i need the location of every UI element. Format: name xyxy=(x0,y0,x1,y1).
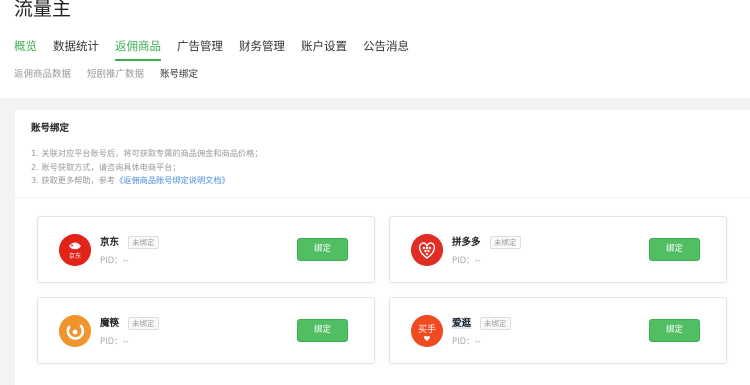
account-binding-panel: 账号绑定 1. 关联对应平台账号后，将可获取专属的商品佣金和商品价格； 2. 账… xyxy=(15,110,750,385)
status-badge-pinduoduo: 未绑定 xyxy=(490,236,521,249)
nav-item-overview[interactable]: 概览 xyxy=(14,38,37,62)
nav-item-commission-goods[interactable]: 返佣商品 xyxy=(115,38,161,62)
nav-item-announcements[interactable]: 公告消息 xyxy=(363,38,409,62)
nav-item-account-settings[interactable]: 账户设置 xyxy=(301,38,347,62)
platform-card-jd: 京东 京东 未绑定 PID：-- 绑定 xyxy=(37,216,375,283)
tip-line-3: 3. 获取更多帮助，参考《返佣商品账号绑定说明文档》 xyxy=(31,174,750,188)
nav-item-statistics[interactable]: 数据统计 xyxy=(53,38,99,62)
mokuai-logo-icon xyxy=(59,315,91,347)
aiguang-logo-icon: 买手 xyxy=(411,315,443,347)
nav-item-ad-management[interactable]: 广告管理 xyxy=(177,38,223,62)
bind-button-pinduoduo[interactable]: 绑定 xyxy=(649,238,700,261)
tip-line-1: 1. 关联对应平台账号后，将可获取专属的商品佣金和商品价格； xyxy=(31,148,263,158)
pid-mokuai: PID：-- xyxy=(100,337,129,347)
help-doc-link[interactable]: 《返佣商品账号绑定说明文档》 xyxy=(115,175,230,185)
top-header: 流量主 概览 数据统计 返佣商品 广告管理 财务管理 账户设置 公告消息 返佣商… xyxy=(0,0,750,98)
status-badge-jd: 未绑定 xyxy=(128,236,159,249)
platform-card-pinduoduo: 拼多多 未绑定 PID：-- 绑定 xyxy=(389,216,727,283)
jd-logo-text: 京东 xyxy=(69,252,81,260)
sub-nav: 返佣商品数据 短剧推广数据 账号绑定 xyxy=(14,68,214,82)
sub-tab-commission-data[interactable]: 返佣商品数据 xyxy=(14,68,71,82)
pid-jd: PID：-- xyxy=(100,256,129,266)
pid-aiguang: PID：-- xyxy=(452,337,481,347)
platform-card-aiguang: 买手 爱逛 未绑定 PID：-- 绑定 xyxy=(389,297,727,364)
main-nav: 概览 数据统计 返佣商品 广告管理 财务管理 账户设置 公告消息 xyxy=(14,38,425,62)
aiguang-logo-text: 买手 xyxy=(418,323,436,335)
panel-title: 账号绑定 xyxy=(31,123,70,134)
pid-pinduoduo: PID：-- xyxy=(452,256,481,266)
platform-name-mokuai: 魔筷 xyxy=(100,318,120,329)
panel-header: 账号绑定 1. 关联对应平台账号后，将可获取专属的商品佣金和商品价格； 2. 账… xyxy=(15,110,750,198)
jd-logo-icon: 京东 xyxy=(59,234,91,266)
platform-name-jd: 京东 xyxy=(100,237,120,248)
status-badge-mokuai: 未绑定 xyxy=(128,317,159,330)
platform-name-aiguang-text: 爱逛 xyxy=(452,318,472,329)
tip-line-2: 2. 账号获取方式，请咨询具体电商平台； xyxy=(31,161,181,172)
tip-line-3-text: 3. 获取更多帮助，参考 xyxy=(31,175,116,185)
app-title: 流量主 xyxy=(14,0,72,20)
platform-name-pinduoduo: 拼多多 xyxy=(452,237,481,248)
nav-item-finance[interactable]: 财务管理 xyxy=(239,38,285,62)
status-badge-aiguang: 未绑定 xyxy=(480,317,511,330)
sub-tab-short-drama-data[interactable]: 短剧推广数据 xyxy=(87,68,144,82)
bind-button-mokuai[interactable]: 绑定 xyxy=(297,319,348,342)
pinduoduo-logo-icon xyxy=(411,234,443,266)
sub-tab-account-binding[interactable]: 账号绑定 xyxy=(160,68,198,82)
bind-button-jd[interactable]: 绑定 xyxy=(297,238,348,261)
platform-name-aiguang: 爱逛 xyxy=(452,317,472,331)
platform-card-mokuai: 魔筷 未绑定 PID：-- 绑定 xyxy=(37,297,375,364)
bind-button-aiguang[interactable]: 绑定 xyxy=(649,319,700,342)
